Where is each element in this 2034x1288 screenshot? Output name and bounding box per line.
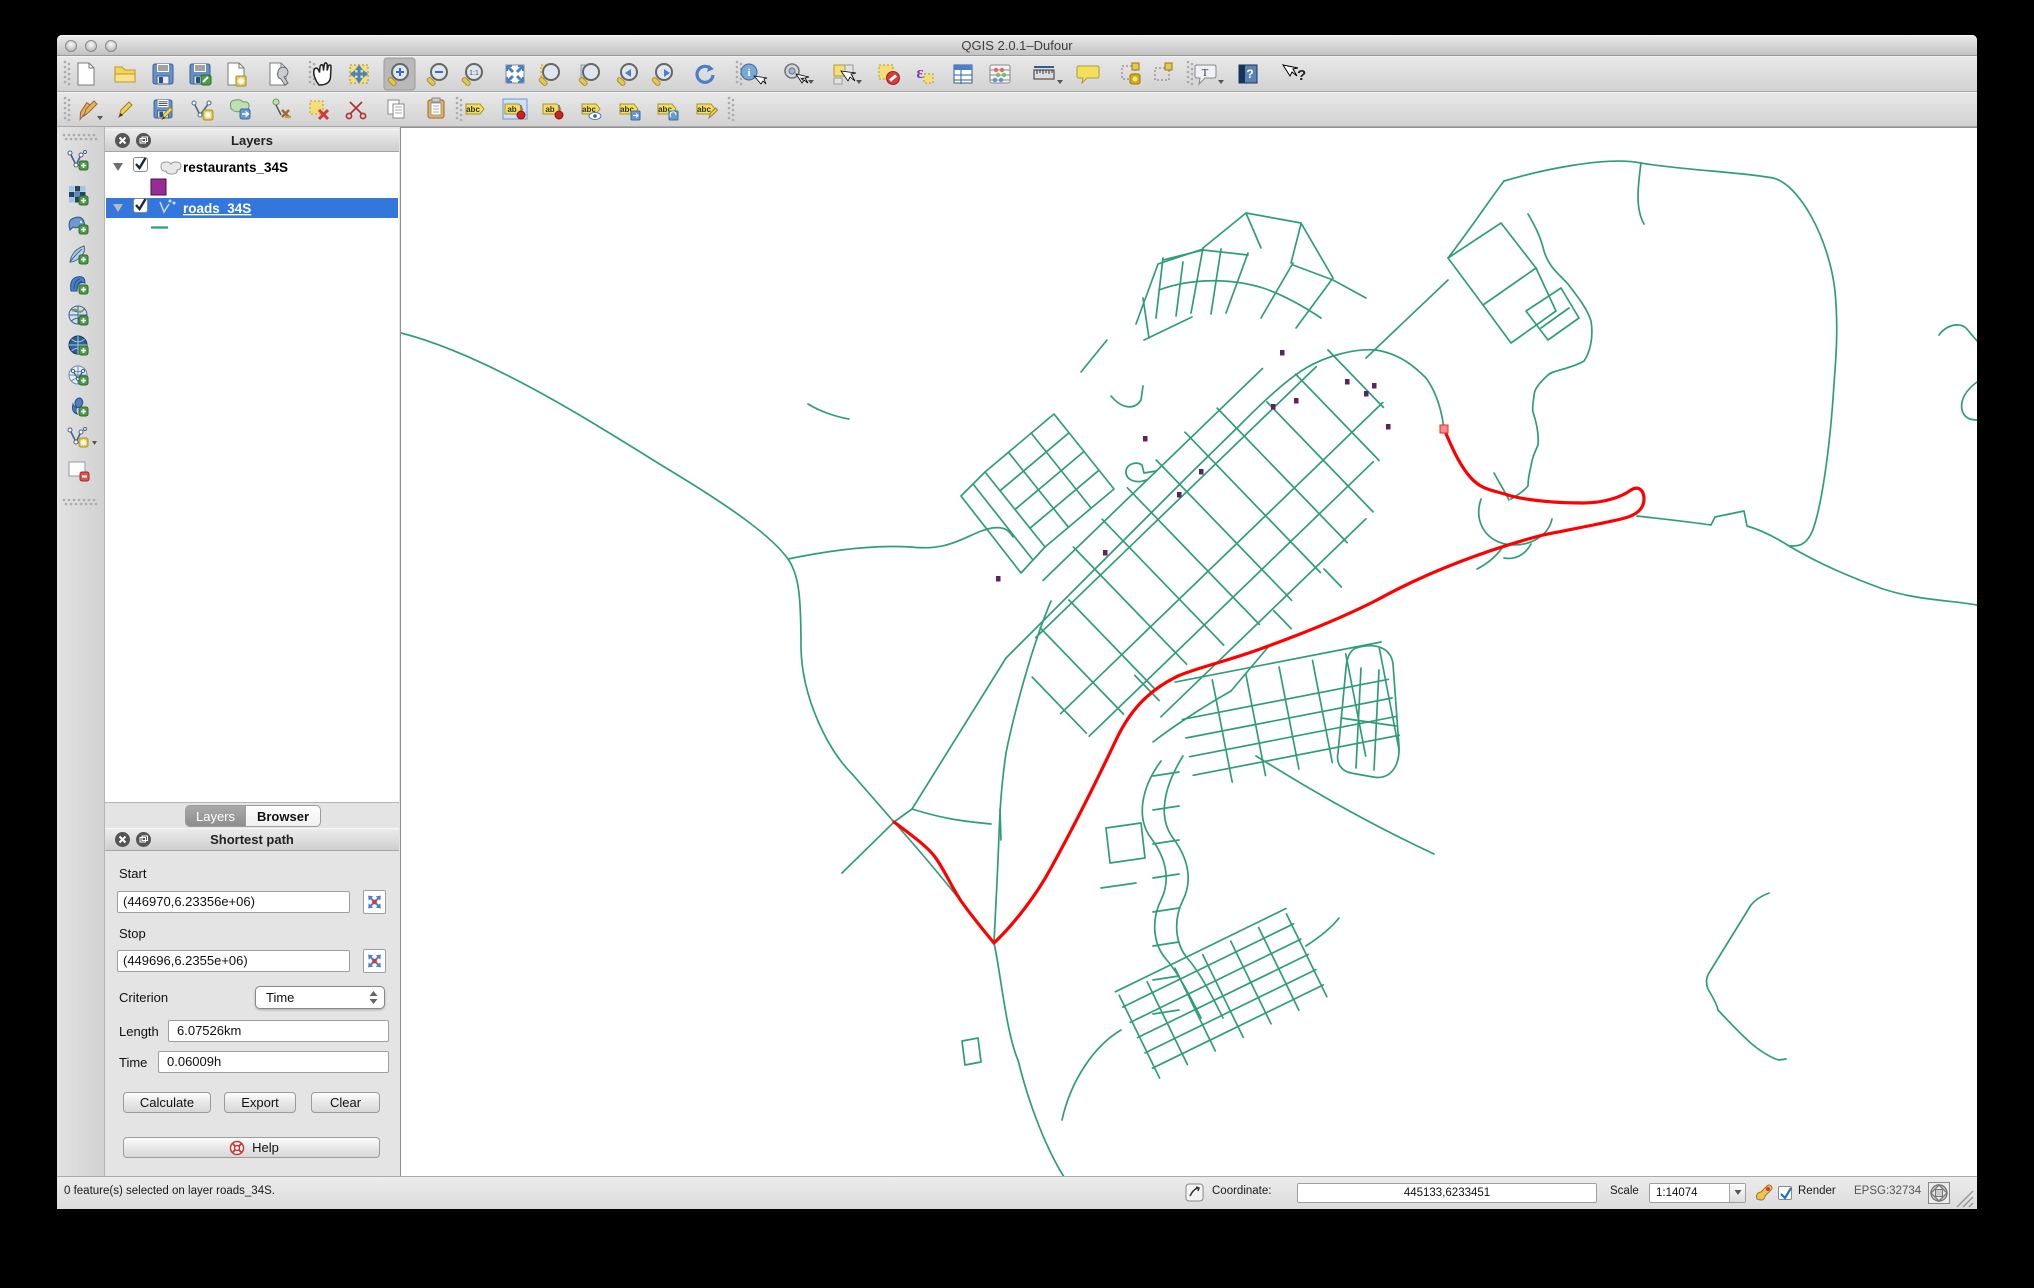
svg-text:abc: abc [697,105,711,114]
svg-text:ε: ε [916,63,923,82]
svg-text:T: T [1202,67,1209,79]
svg-text:ab: ab [545,105,554,114]
svg-text:1:1: 1:1 [469,70,479,77]
svg-text:i: i [747,67,750,79]
svg-text:?: ? [1246,67,1253,81]
svg-text:ab: ab [507,105,516,114]
svg-text:restaurants_34S: restaurants_34S [183,160,288,175]
svg-text:roads_34S: roads_34S [183,201,251,216]
svg-text:?: ? [1297,67,1306,84]
svg-text:abc: abc [466,105,480,114]
